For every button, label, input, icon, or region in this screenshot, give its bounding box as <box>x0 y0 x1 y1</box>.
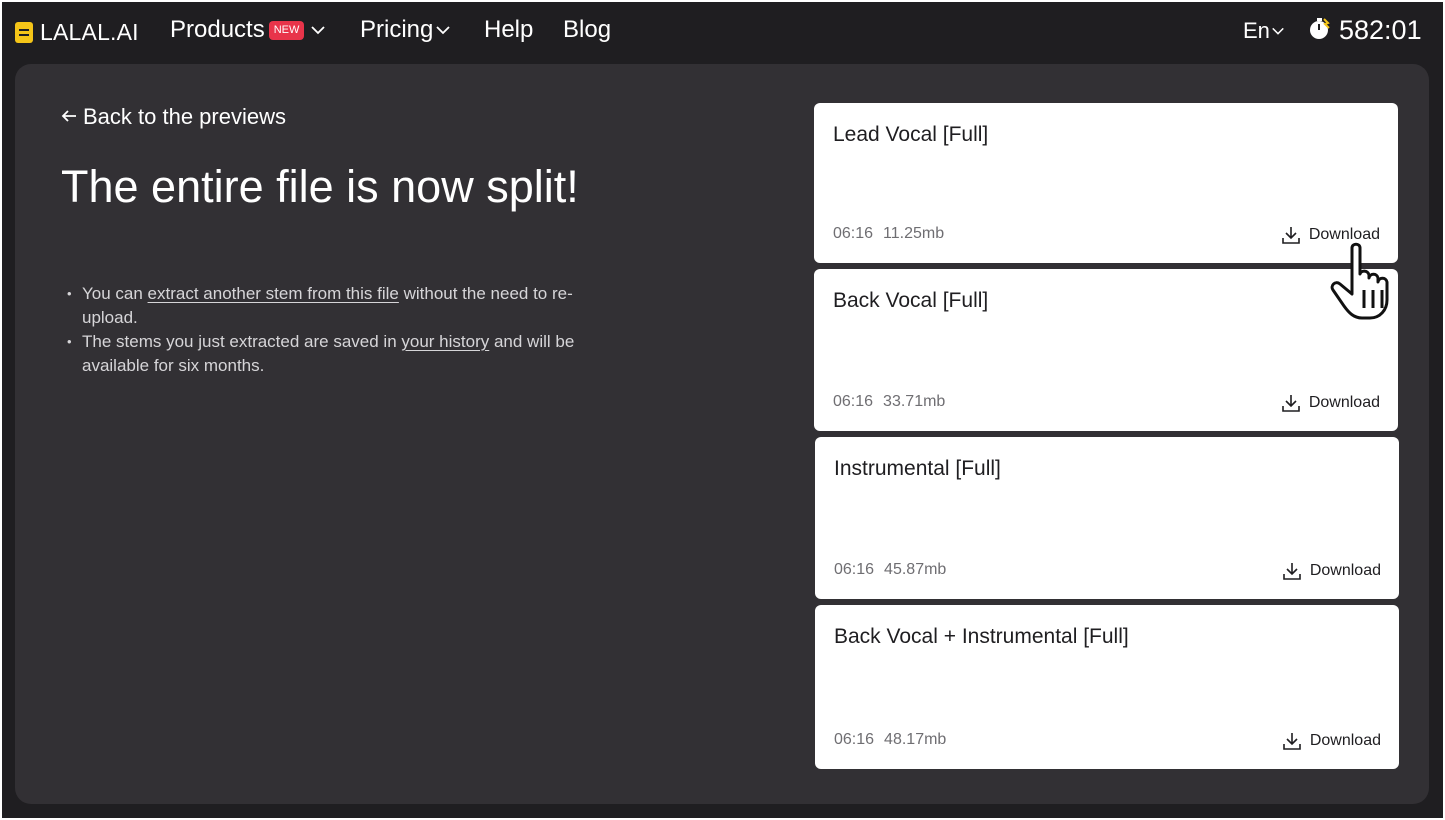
stem-meta: 06:16 48.17mb <box>834 731 946 749</box>
stem-card-back-vocal: Back Vocal [Full] 06:16 33.71mb Download <box>814 269 1398 431</box>
logo-icon <box>15 22 33 43</box>
stem-title: Lead Vocal [Full] <box>833 123 989 146</box>
note-item: The stems you just extracted are saved i… <box>67 330 587 378</box>
your-history-link[interactable]: your history <box>401 332 489 351</box>
note-item: You can extract another stem from this f… <box>67 282 587 330</box>
extract-another-stem-link[interactable]: extract another stem from this file <box>148 284 399 303</box>
stem-duration: 06:16 <box>834 731 875 748</box>
download-label: Download <box>1309 562 1381 579</box>
stem-card-back-vocal-instrumental: Back Vocal + Instrumental [Full] 06:16 4… <box>815 605 1399 769</box>
nav-blog-label: Blog <box>563 16 612 43</box>
chevron-down-icon <box>310 22 326 38</box>
back-link-label: Back to the previews <box>83 104 286 129</box>
stem-title: Back Vocal + Instrumental [Full] <box>834 625 1129 648</box>
nav-blog[interactable]: Blog <box>563 16 611 44</box>
chevron-down-icon <box>1271 18 1285 44</box>
logo[interactable]: LALAL.AI <box>15 19 139 46</box>
nav-pricing[interactable]: Pricing <box>360 16 451 44</box>
nav-pricing-label: Pricing <box>360 16 434 43</box>
hand-pointer-icon <box>1330 242 1404 326</box>
stem-size: 11.25mb <box>883 225 945 242</box>
timer-value: 582:01 <box>1339 15 1422 45</box>
back-to-previews-link[interactable]: Back to the previews <box>61 104 286 130</box>
download-icon <box>1283 563 1301 580</box>
language-label: En <box>1243 18 1270 43</box>
top-nav: LALAL.AI Products NEW Pricing Help Blog … <box>2 2 1443 62</box>
logo-text: LALAL.AI <box>40 19 139 45</box>
download-icon <box>1282 395 1300 412</box>
info-notes: You can extract another stem from this f… <box>67 282 587 378</box>
stem-meta: 06:16 45.87mb <box>834 561 946 579</box>
stem-size: 33.71mb <box>883 393 946 410</box>
nav-help-label: Help <box>484 16 534 43</box>
download-label: Download <box>1308 394 1380 411</box>
nav-help[interactable]: Help <box>484 16 533 44</box>
nav-products[interactable]: Products NEW <box>170 16 326 44</box>
download-button[interactable]: Download <box>1281 393 1380 413</box>
stem-duration: 06:16 <box>834 561 875 578</box>
download-icon <box>1282 227 1300 244</box>
stem-meta: 06:16 33.71mb <box>833 393 945 411</box>
chevron-down-icon <box>435 22 451 38</box>
stem-card-instrumental: Instrumental [Full] 06:16 45.87mb Downlo… <box>815 437 1399 599</box>
stem-size: 45.87mb <box>884 561 947 578</box>
download-label: Download <box>1309 732 1381 749</box>
download-icon <box>1283 733 1301 750</box>
app-window: LALAL.AI Products NEW Pricing Help Blog … <box>2 2 1443 818</box>
language-selector[interactable]: En <box>1243 18 1285 44</box>
stopwatch-icon <box>1309 17 1331 45</box>
new-badge: NEW <box>268 20 305 40</box>
note-text: You can <box>82 284 148 303</box>
arrow-left-icon <box>61 106 77 129</box>
nav-products-label: Products <box>170 16 265 43</box>
stem-meta: 06:16 11.25mb <box>833 225 944 243</box>
stem-title: Instrumental [Full] <box>834 457 1001 480</box>
stem-card-lead-vocal: Lead Vocal [Full] 06:16 11.25mb Download <box>814 103 1398 263</box>
stem-title: Back Vocal [Full] <box>833 289 989 312</box>
download-button[interactable]: Download <box>1282 561 1381 581</box>
stem-size: 48.17mb <box>884 731 947 748</box>
page-title: The entire file is now split! <box>61 161 579 212</box>
download-button[interactable]: Download <box>1282 731 1381 751</box>
note-text: The stems you just extracted are saved i… <box>82 332 402 351</box>
stem-duration: 06:16 <box>833 393 874 410</box>
minutes-timer[interactable]: 582:01 <box>1309 15 1422 46</box>
stem-duration: 06:16 <box>833 225 874 242</box>
